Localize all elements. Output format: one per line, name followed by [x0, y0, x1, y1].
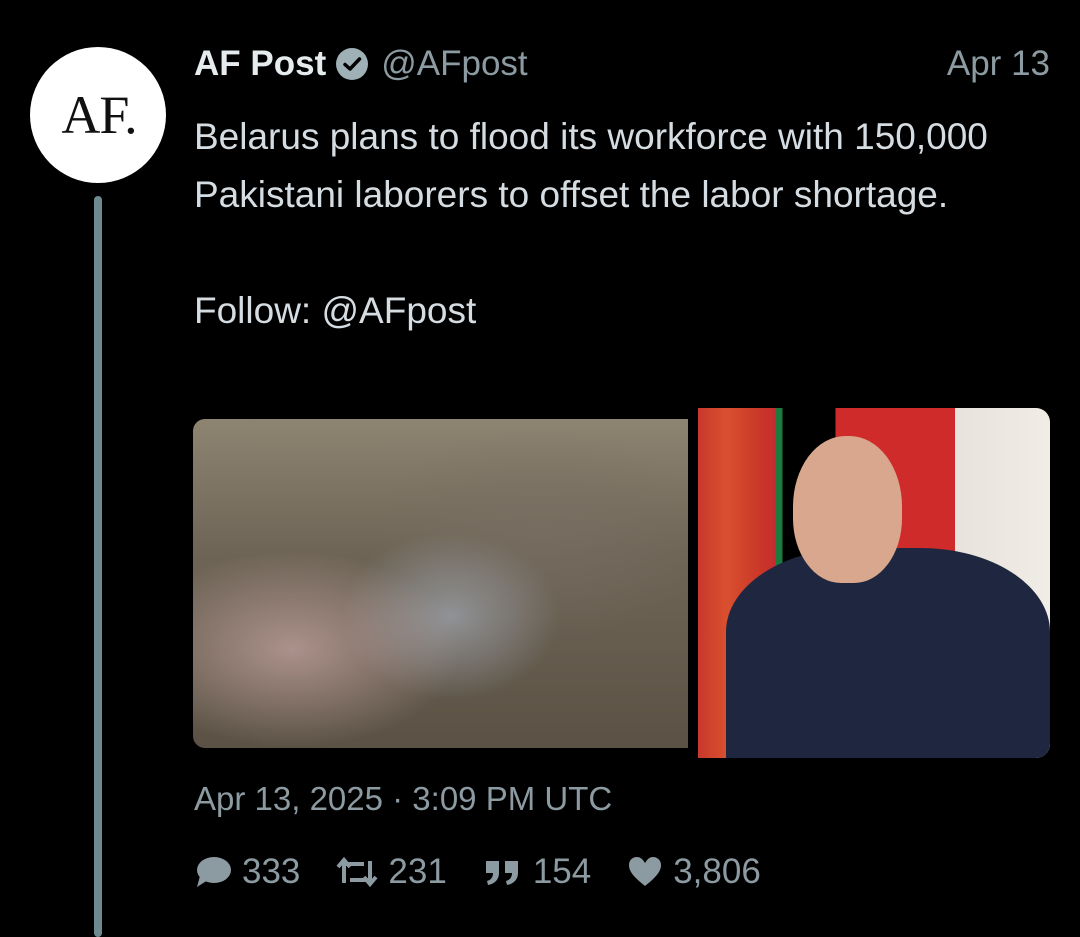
media-photo-left[interactable] [193, 419, 688, 748]
media-photo-right[interactable] [698, 408, 1050, 758]
quote-count: 154 [532, 852, 592, 891]
photo-face-shape [793, 436, 903, 583]
repost-stat[interactable]: 231 [336, 852, 447, 892]
post-stats: 333 231 154 3,806 [194, 850, 797, 894]
reply-stat[interactable]: 333 [194, 852, 300, 892]
post-header: AF Post @AFpost Apr 13 [194, 42, 1050, 86]
author-name[interactable]: AF Post [194, 44, 326, 84]
follow-line: Follow: @AFpost [194, 282, 1054, 340]
like-count: 3,806 [673, 852, 761, 891]
avatar-text: AF. [61, 85, 137, 145]
follow-prefix: Follow: [194, 290, 322, 331]
post-text: Belarus plans to flood its workforce wit… [194, 116, 988, 215]
thread-line [94, 196, 102, 937]
quote-stat[interactable]: 154 [483, 852, 591, 892]
photo-suit-shape [726, 548, 1050, 758]
heart-icon [629, 857, 662, 886]
post-timestamp[interactable]: Apr 13, 2025 · 3:09 PM UTC [194, 780, 612, 818]
repost-icon [336, 856, 378, 888]
author-handle[interactable]: @AFpost [381, 44, 527, 84]
repost-count: 231 [388, 852, 447, 891]
verified-check-icon [336, 48, 369, 80]
post-date[interactable]: Apr 13 [947, 44, 1050, 84]
quote-icon [485, 861, 518, 885]
author-avatar[interactable]: AF. [30, 47, 166, 183]
reply-count: 333 [242, 852, 301, 891]
post-body: Belarus plans to flood its workforce wit… [194, 108, 1054, 340]
reply-bubble-icon [197, 857, 231, 887]
like-stat[interactable]: 3,806 [627, 852, 761, 892]
follow-mention-link[interactable]: @AFpost [321, 290, 476, 331]
